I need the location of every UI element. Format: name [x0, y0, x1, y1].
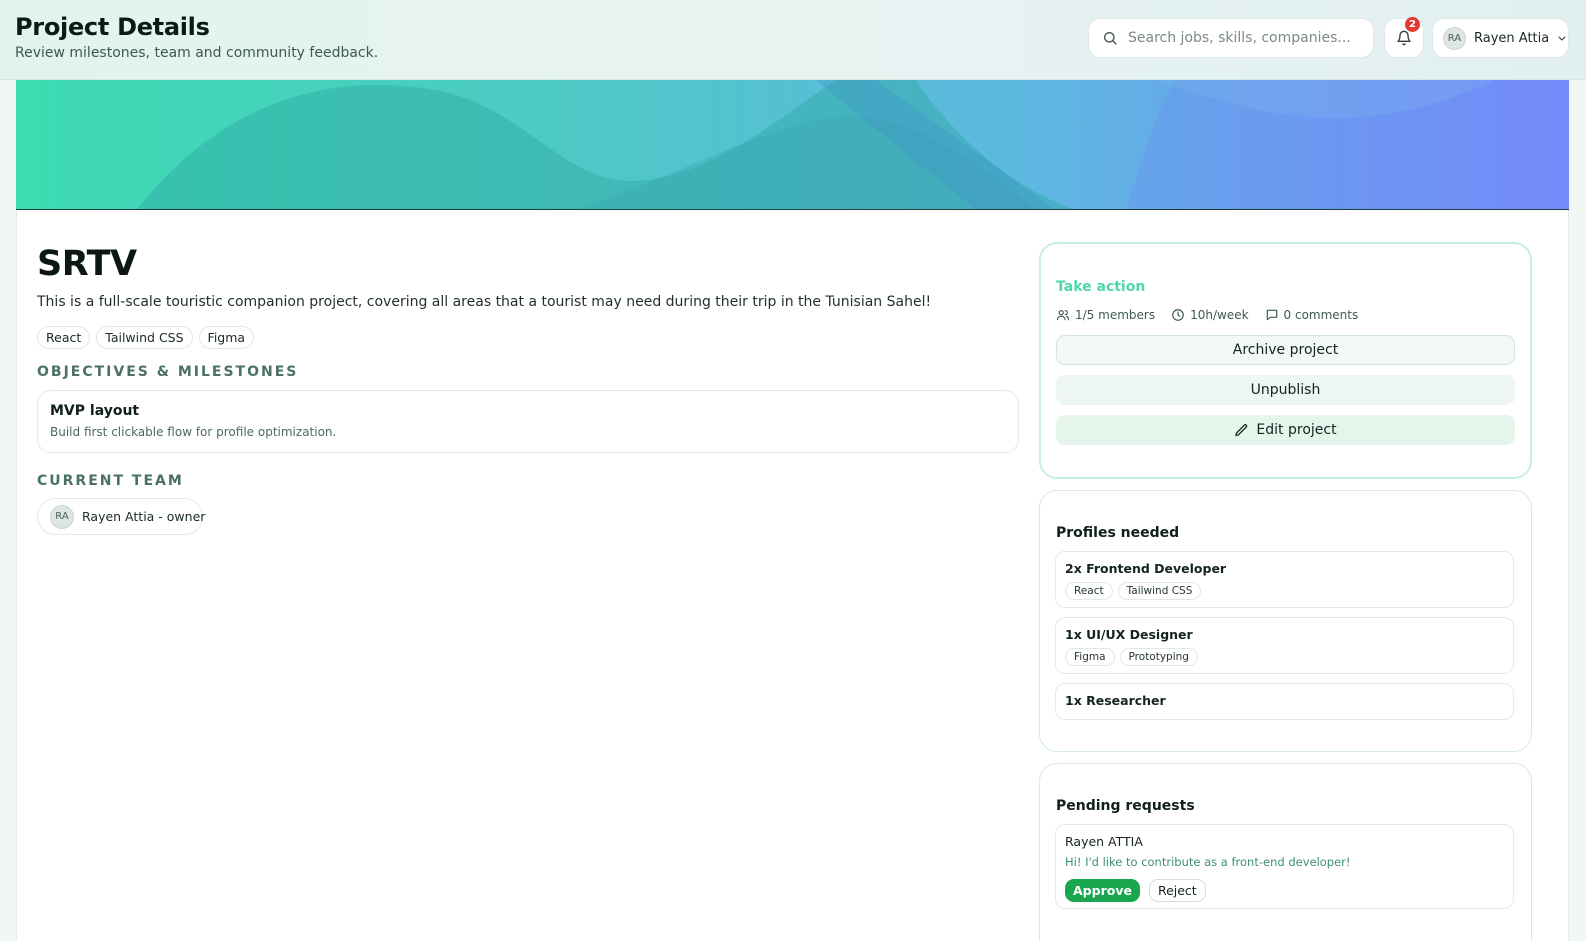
team-heading: CURRENT TEAM: [37, 473, 184, 489]
request-message: Hi! I'd like to contribute as a front-en…: [1065, 855, 1351, 869]
team-member-label: Rayen Attia - owner: [82, 509, 206, 524]
unpublish-button[interactable]: Unpublish: [1056, 375, 1515, 405]
milestone-title: MVP layout: [50, 403, 140, 419]
edit-project-label: Edit project: [1256, 422, 1337, 438]
edit-project-button[interactable]: Edit project: [1056, 415, 1515, 445]
take-action-heading: Take action: [1056, 279, 1146, 295]
approve-button[interactable]: Approve: [1065, 879, 1140, 902]
comments-text: 0 comments: [1283, 308, 1359, 322]
search-input[interactable]: [1128, 30, 1358, 46]
milestone-card: MVP layout Build first clickable flow fo…: [37, 390, 1019, 453]
project-banner: [16, 80, 1569, 210]
profiles-heading: Profiles needed: [1056, 525, 1180, 541]
hours-per-week: 10h/week: [1171, 308, 1249, 322]
profile-item: 1x Researcher: [1055, 683, 1514, 720]
comment-icon: [1266, 309, 1277, 321]
project-meta: 1/5 members 10h/week 0 comments: [1056, 308, 1374, 322]
hours-text: 10h/week: [1190, 308, 1249, 322]
project-tags: React Tailwind CSS Figma: [37, 326, 255, 349]
requester-name: Rayen ATTIA: [1065, 834, 1143, 849]
profile-title: 1x UI/UX Designer: [1065, 627, 1193, 642]
banner-shapes: [136, 80, 1569, 209]
page-title: Project Details: [15, 13, 210, 41]
tag: Tailwind CSS: [96, 326, 193, 349]
team-member-chip[interactable]: RA Rayen Attia - owner: [37, 498, 206, 535]
clock-icon: [1172, 309, 1184, 321]
tag: Figma: [198, 326, 255, 349]
search-box[interactable]: [1088, 18, 1374, 58]
tag: Figma: [1065, 648, 1115, 666]
objectives-heading: OBJECTIVES & MILESTONES: [37, 364, 299, 380]
pencil-icon: [1235, 423, 1248, 436]
action-card: Take action 1/5 members 10h/week 0 comme…: [1039, 242, 1532, 479]
bell-icon: [1397, 30, 1411, 46]
user-menu[interactable]: RA Rayen Attia: [1432, 18, 1569, 58]
archive-project-button[interactable]: Archive project: [1056, 335, 1515, 365]
avatar: RA: [50, 504, 74, 529]
reject-button[interactable]: Reject: [1148, 879, 1206, 902]
pending-requests-card: Pending requests Rayen ATTIA Hi! I'd lik…: [1039, 763, 1532, 941]
profile-item: 1x UI/UX Designer Figma Prototyping: [1055, 617, 1514, 674]
tag: Tailwind CSS: [1117, 582, 1202, 600]
pending-heading: Pending requests: [1056, 798, 1195, 814]
main-content: SRTV This is a full-scale touristic comp…: [16, 210, 1569, 941]
tag: React: [1065, 582, 1113, 600]
avatar: RA: [1443, 26, 1466, 50]
users-icon: [1056, 310, 1070, 321]
tag: React: [37, 326, 91, 349]
notification-badge: 2: [1405, 17, 1420, 32]
notifications-button[interactable]: 2: [1384, 17, 1424, 58]
chevron-down-icon: [1558, 35, 1566, 41]
profile-item: 2x Frontend Developer React Tailwind CSS: [1055, 551, 1514, 608]
user-name: Rayen Attia: [1474, 30, 1550, 46]
profile-tags: React Tailwind CSS: [1065, 582, 1504, 600]
members-count: 1/5 members: [1056, 308, 1155, 322]
project-title: SRTV: [37, 244, 137, 284]
comments-count: 0 comments: [1265, 308, 1359, 322]
tag: Prototyping: [1119, 648, 1198, 666]
page-subtitle: Review milestones, team and community fe…: [15, 45, 379, 61]
search-icon: [1104, 32, 1117, 45]
profile-tags: Figma Prototyping: [1065, 648, 1504, 666]
project-description: This is a full-scale touristic companion…: [37, 294, 932, 310]
members-text: 1/5 members: [1075, 308, 1156, 322]
profile-title: 2x Frontend Developer: [1065, 561, 1227, 576]
milestone-description: Build first clickable flow for profile o…: [50, 425, 337, 439]
profile-title: 1x Researcher: [1065, 693, 1166, 708]
top-bar: Project Details Review milestones, team …: [0, 0, 1586, 80]
request-item: Rayen ATTIA Hi! I'd like to contribute a…: [1055, 824, 1514, 909]
profiles-card: Profiles needed 2x Frontend Developer Re…: [1039, 490, 1532, 752]
request-actions: Approve Reject: [1065, 879, 1504, 902]
